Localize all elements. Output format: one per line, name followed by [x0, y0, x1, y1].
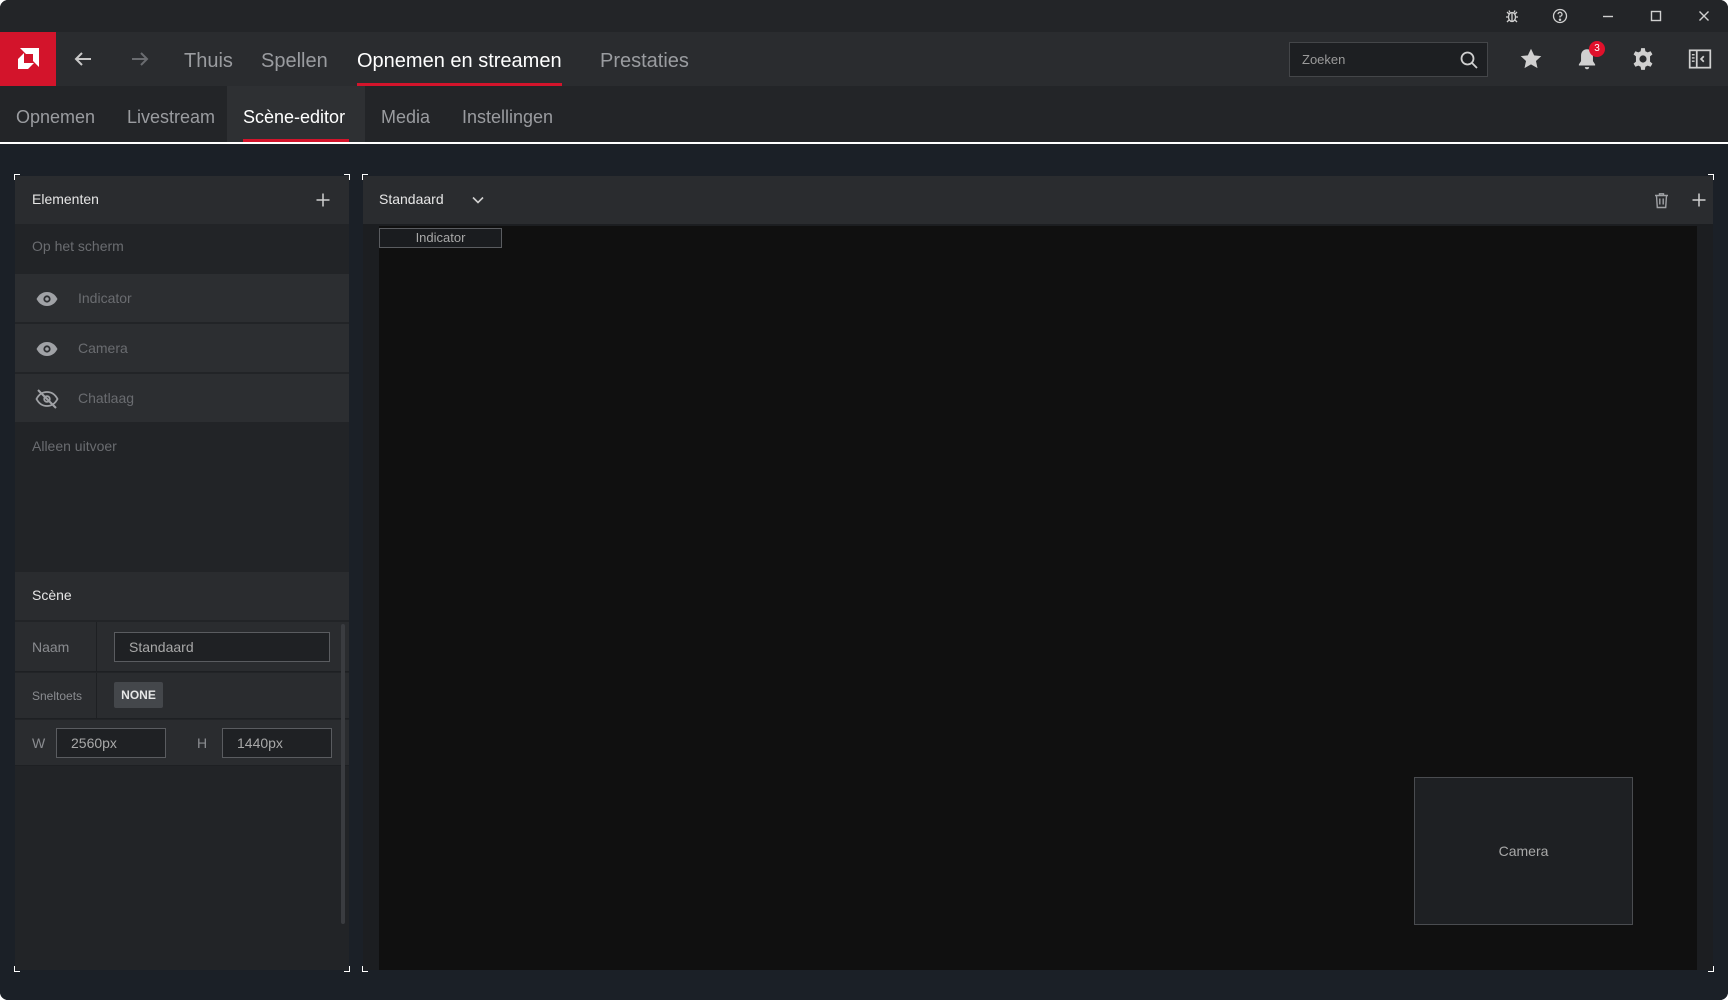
help-icon[interactable] — [1536, 0, 1584, 32]
amd-logo-icon[interactable] — [0, 32, 56, 86]
app-window: Thuis Spellen Opnemen en streamen Presta… — [0, 0, 1728, 1000]
close-icon[interactable] — [1680, 0, 1728, 32]
element-row-chatlaag[interactable]: Chatlaag — [15, 374, 349, 423]
scene-section-header: Scène — [15, 572, 349, 620]
hotkey-label: Sneltoets — [32, 689, 83, 703]
row-divider — [96, 673, 97, 718]
element-label: Camera — [78, 340, 128, 356]
favorites-star-icon[interactable] — [1505, 32, 1557, 86]
delete-scene-button[interactable] — [1649, 188, 1673, 212]
canvas-header: Standaard — [363, 176, 1713, 224]
subtab-instellingen[interactable]: Instellingen — [462, 86, 553, 142]
element-row-indicator[interactable]: Indicator — [15, 274, 349, 323]
eye-off-icon[interactable] — [35, 387, 59, 411]
corner-bracket — [14, 174, 20, 180]
width-field[interactable] — [56, 728, 166, 758]
height-field[interactable] — [222, 728, 332, 758]
sub-navigation: Opnemen Livestream Scène-editor Media In… — [0, 86, 1728, 144]
panel-scrollbar[interactable] — [341, 624, 345, 924]
element-label: Indicator — [78, 290, 132, 306]
corner-bracket — [344, 174, 350, 180]
scene-section-title: Scène — [32, 587, 72, 603]
corner-bracket — [362, 966, 368, 972]
tab-prestaties[interactable]: Prestaties — [600, 32, 689, 86]
add-scene-button[interactable] — [1687, 188, 1711, 212]
eye-icon[interactable] — [35, 337, 59, 361]
elements-panel: Elementen Op het scherm Indicator Camera… — [15, 176, 349, 970]
element-row-camera[interactable]: Camera — [15, 324, 349, 373]
content-area: Elementen Op het scherm Indicator Camera… — [0, 144, 1728, 1000]
corner-bracket — [1708, 966, 1714, 972]
element-label: Chatlaag — [78, 390, 135, 406]
subtab-media[interactable]: Media — [381, 86, 430, 142]
subtab-scene-editor[interactable]: Scène-editor — [227, 86, 365, 142]
subtab-scene-editor-label: Scène-editor — [243, 107, 346, 127]
tab-thuis[interactable]: Thuis — [184, 32, 233, 86]
height-label: H — [197, 735, 208, 751]
corner-bracket — [362, 174, 368, 180]
corner-bracket — [1708, 174, 1714, 180]
search-box[interactable] — [1289, 42, 1488, 77]
plus-icon — [1692, 193, 1706, 207]
indicator-overlay[interactable]: Indicator — [379, 228, 502, 248]
corner-bracket — [344, 966, 350, 972]
search-icon[interactable] — [1459, 50, 1479, 70]
eye-icon[interactable] — [35, 287, 59, 311]
tab-spellen[interactable]: Spellen — [261, 32, 328, 86]
scene-name-label: Naam — [32, 639, 70, 655]
scene-preview-stage[interactable]: Indicator Camera — [379, 226, 1697, 970]
back-arrow-icon[interactable] — [57, 32, 109, 86]
scene-name-row: Naam — [15, 622, 349, 672]
on-screen-group-label: Op het scherm — [32, 238, 124, 254]
camera-overlay[interactable]: Camera — [1414, 777, 1633, 925]
scene-canvas-panel: Standaard Indicator Camera — [363, 176, 1713, 970]
minimize-icon[interactable] — [1584, 0, 1632, 32]
resolution-row: W H — [15, 720, 349, 766]
scene-selector[interactable]: Standaard — [379, 191, 444, 207]
search-input[interactable] — [1302, 43, 1452, 76]
main-navigation: Thuis Spellen Opnemen en streamen Presta… — [0, 32, 1728, 86]
trash-icon — [1654, 192, 1668, 208]
subtab-livestream[interactable]: Livestream — [127, 86, 215, 142]
corner-bracket — [14, 966, 20, 972]
active-tab-underline — [243, 139, 349, 142]
output-only-group-label: Alleen uitvoer — [32, 438, 117, 454]
title-bar — [0, 0, 1728, 32]
maximize-icon[interactable] — [1632, 0, 1680, 32]
add-element-button[interactable] — [311, 188, 335, 212]
forward-arrow-icon[interactable] — [114, 32, 166, 86]
bug-report-icon[interactable] — [1488, 0, 1536, 32]
hotkey-row: Sneltoets NONE — [15, 673, 349, 719]
row-divider — [96, 622, 97, 671]
scene-name-field[interactable] — [114, 632, 330, 662]
settings-gear-icon[interactable] — [1617, 32, 1669, 86]
hotkey-button[interactable]: NONE — [114, 682, 163, 708]
elements-panel-title: Elementen — [32, 191, 99, 207]
subtab-opnemen[interactable]: Opnemen — [16, 86, 95, 142]
tab-opnemen-en-streamen[interactable]: Opnemen en streamen — [357, 32, 562, 86]
notification-count-badge: 3 — [1589, 41, 1605, 57]
elements-panel-header: Elementen — [15, 176, 349, 224]
sidebar-panel-icon[interactable] — [1674, 32, 1726, 86]
width-label: W — [32, 735, 46, 751]
chevron-down-icon[interactable] — [468, 190, 488, 210]
notifications-bell-icon[interactable]: 3 — [1561, 32, 1613, 86]
plus-icon — [316, 193, 330, 207]
